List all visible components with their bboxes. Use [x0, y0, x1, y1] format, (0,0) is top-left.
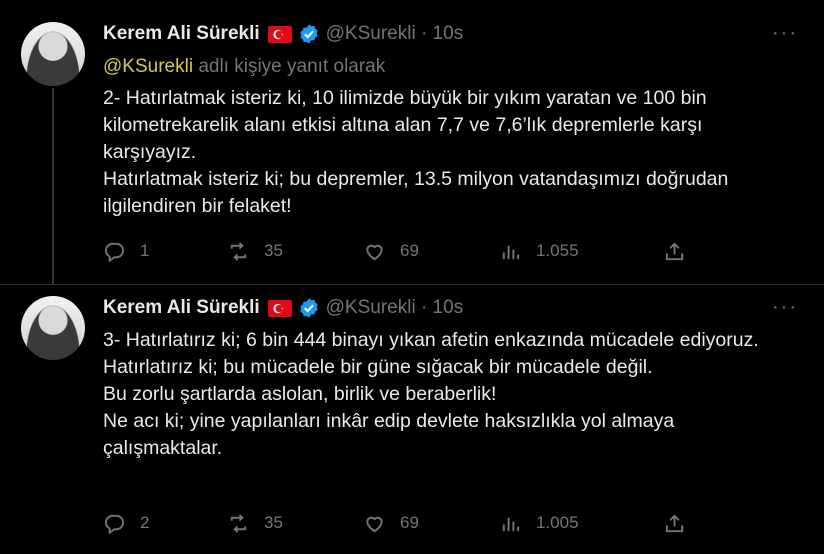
reply-button[interactable]: 1 — [103, 240, 149, 263]
more-options-icon[interactable]: ··· — [772, 22, 798, 45]
tweet-paragraph: Hatırlatmak isteriz ki; bu depremler, 13… — [103, 168, 729, 217]
reply-icon — [104, 514, 125, 534]
heart-icon — [366, 516, 383, 532]
analytics-icon — [502, 517, 520, 531]
retweet-icon — [230, 513, 247, 533]
reply-count: 2 — [140, 513, 150, 532]
tweet-header: Kerem Ali Sürekli @KSurekli · 10s — [103, 297, 463, 319]
retweet-button[interactable]: 35 — [227, 240, 283, 263]
heart-icon — [366, 244, 383, 260]
tweet-text: 3- Hatırlatırız ki; 6 bin 444 binayı yık… — [103, 327, 793, 462]
reply-button[interactable]: 2 — [103, 512, 149, 535]
share-button[interactable] — [663, 512, 686, 535]
reply-icon — [104, 242, 125, 262]
share-button[interactable] — [663, 240, 686, 263]
retweet-count: 35 — [264, 513, 283, 532]
tweet-actions: 2 35 69 1.005 — [103, 510, 703, 536]
avatar[interactable] — [21, 22, 85, 86]
author-name[interactable]: Kerem Ali Sürekli — [103, 23, 260, 45]
reply-context-label: adlı kişiye yanıt olarak — [198, 56, 386, 77]
verified-badge-icon — [298, 23, 320, 45]
tweet-paragraph: 3- Hatırlatırız ki; 6 bin 444 binayı yık… — [103, 329, 759, 351]
views-count: 1.005 — [536, 513, 579, 532]
views-button[interactable]: 1.055 — [499, 240, 579, 263]
reply-context: @KSurekli adlı kişiye yanıt olarak — [103, 56, 385, 78]
author-name[interactable]: Kerem Ali Sürekli — [103, 297, 260, 319]
tweet-2[interactable]: Kerem Ali Sürekli @KSurekli · 10s ··· 3-… — [0, 284, 824, 554]
views-count: 1.055 — [536, 241, 579, 260]
reply-mention-link[interactable]: @KSurekli — [103, 56, 193, 77]
share-icon — [665, 241, 684, 260]
tweet-actions: 1 35 69 1.055 — [103, 238, 703, 264]
reply-count: 1 — [140, 241, 150, 260]
thread-line — [52, 88, 54, 284]
tweet-header: Kerem Ali Sürekli @KSurekli · 10s — [103, 23, 463, 45]
tweet-paragraph: 2- Hatırlatmak isteriz ki, 10 ilimizde b… — [103, 87, 707, 163]
share-icon — [665, 513, 684, 532]
more-options-icon[interactable]: ··· — [772, 296, 798, 319]
retweet-icon — [230, 241, 247, 261]
retweet-button[interactable]: 35 — [227, 512, 283, 535]
views-button[interactable]: 1.005 — [499, 512, 579, 535]
avatar[interactable] — [21, 296, 85, 360]
like-count: 69 — [400, 513, 419, 532]
turkey-flag-icon — [267, 25, 292, 43]
tweet-paragraph: Bu zorlu şartlarda aslolan, birlik ve be… — [103, 383, 497, 405]
tweet-text: 2- Hatırlatmak isteriz ki, 10 ilimizde b… — [103, 85, 793, 220]
author-handle-time[interactable]: @KSurekli · 10s — [326, 297, 464, 319]
retweet-count: 35 — [264, 241, 283, 260]
like-count: 69 — [400, 241, 419, 260]
analytics-icon — [502, 245, 520, 259]
tweet-1[interactable]: Kerem Ali Sürekli @KSurekli · 10s ··· @K… — [0, 0, 824, 284]
verified-badge-icon — [298, 297, 320, 319]
tweet-paragraph: Hatırlatırız ki; bu mücadele bir güne sı… — [103, 356, 653, 378]
like-button[interactable]: 69 — [363, 240, 419, 263]
tweet-paragraph: Ne acı ki; yine yapılanları inkâr edip d… — [103, 410, 675, 459]
like-button[interactable]: 69 — [363, 512, 419, 535]
author-handle-time[interactable]: @KSurekli · 10s — [326, 23, 464, 45]
turkey-flag-icon — [267, 299, 292, 317]
